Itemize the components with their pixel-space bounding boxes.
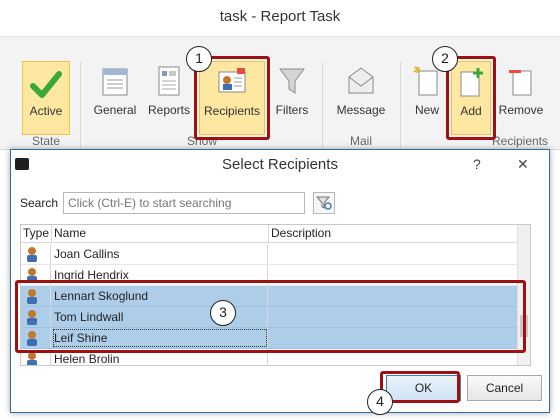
ribbon-new-label: New xyxy=(414,103,439,117)
ribbon-message-button[interactable]: Message xyxy=(332,61,390,135)
callout-4: 4 xyxy=(367,389,393,415)
column-name-header[interactable]: Name xyxy=(52,225,269,242)
search-options-button[interactable] xyxy=(313,192,335,214)
filter-search-icon xyxy=(315,196,332,210)
row-name-cell: Joan Callins xyxy=(52,244,268,264)
ribbon-general-label: General xyxy=(93,103,137,117)
column-type-header[interactable]: Type xyxy=(23,225,52,242)
dialog-title: Select Recipients xyxy=(222,156,338,173)
search-input[interactable] xyxy=(63,192,305,214)
window-title: task - Report Task xyxy=(219,8,341,25)
ribbon-reports-label: Reports xyxy=(147,103,191,117)
callout-box-selection xyxy=(15,280,526,353)
search-label: Search xyxy=(20,196,59,210)
row-description-cell xyxy=(269,244,518,264)
remove-document-icon xyxy=(506,65,536,100)
user-icon xyxy=(27,247,37,262)
close-button[interactable]: ✕ xyxy=(517,156,529,173)
help-button[interactable]: ? xyxy=(473,156,481,172)
ribbon-remove-button[interactable]: Remove xyxy=(495,61,547,135)
ribbon-reports-button[interactable]: Reports xyxy=(146,61,192,135)
ribbon-filters-button[interactable]: Filters xyxy=(270,61,314,135)
envelope-icon xyxy=(346,65,376,100)
ribbon-separator xyxy=(322,62,323,148)
callout-3: 3 xyxy=(210,300,236,326)
ribbon-filters-label: Filters xyxy=(275,103,309,117)
ribbon-group-mail: Mail xyxy=(349,134,372,148)
ribbon-group-state: State xyxy=(31,134,61,148)
funnel-icon xyxy=(277,65,307,100)
table-header: Type Name Description xyxy=(21,225,530,243)
ribbon-active-label: Active xyxy=(29,104,63,118)
column-description-header[interactable]: Description xyxy=(271,225,511,242)
ribbon-active-button[interactable]: Active xyxy=(22,61,70,135)
ribbon-remove-label: Remove xyxy=(498,103,544,117)
callout-1: 1 xyxy=(186,46,212,72)
reports-icon xyxy=(154,65,184,100)
row-type-cell xyxy=(21,244,51,264)
ribbon-new-button[interactable]: New xyxy=(408,61,446,135)
ribbon-separator xyxy=(80,62,81,148)
checkmark-icon xyxy=(29,68,63,105)
ribbon-message-label: Message xyxy=(336,103,386,117)
table-row[interactable]: Joan Callins xyxy=(21,244,518,265)
ribbon-separator xyxy=(400,62,401,148)
cancel-button[interactable]: Cancel xyxy=(467,375,542,401)
callout-2: 2 xyxy=(432,46,458,72)
general-icon xyxy=(100,65,130,100)
ribbon-general-button[interactable]: General xyxy=(90,61,140,135)
